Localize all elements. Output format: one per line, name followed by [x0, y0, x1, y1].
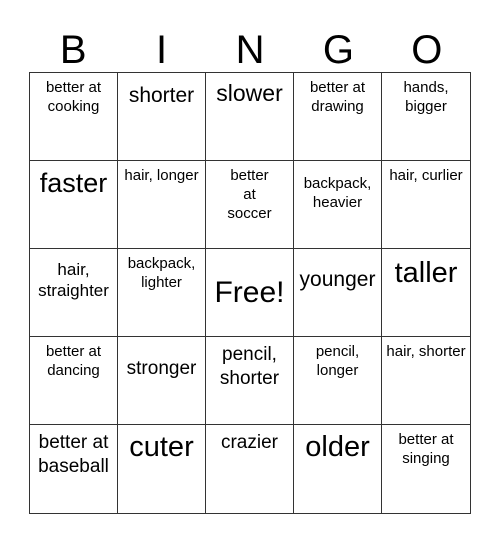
bingo-cell: taller	[382, 249, 470, 337]
cell-text: hair, straighter	[38, 260, 109, 301]
cell-text: slower	[216, 80, 283, 106]
bingo-cell: pencil, longer	[294, 337, 382, 425]
cell-text: shorter	[128, 84, 195, 107]
cell-text: crazier	[220, 432, 278, 453]
cell-text: better at cooking	[45, 79, 102, 115]
header-letter-o: O	[411, 28, 443, 72]
bingo-cell: hands, bigger	[382, 73, 470, 161]
cell-text: hair, shorter	[386, 343, 466, 360]
bingo-cell: cuter	[118, 425, 206, 513]
cell-text: older	[305, 431, 370, 463]
cell-text: better at dancing	[45, 343, 102, 379]
bingo-cell: better at cooking	[30, 73, 118, 161]
bingo-cell: better at dancing	[30, 337, 118, 425]
header-letter-b: B	[59, 28, 87, 72]
cell-text: backpack, lighter	[127, 255, 196, 291]
cell-text: backpack, heavier	[303, 175, 372, 211]
cell-text: younger	[299, 268, 376, 291]
bingo-cell: older	[294, 425, 382, 513]
cell-text: Free!	[214, 275, 285, 309]
bingo-cell: better at baseball	[30, 425, 118, 513]
bingo-cell: better at singing	[382, 425, 470, 513]
cell-text: faster	[39, 168, 108, 198]
cell-text: taller	[394, 257, 458, 289]
cell-text: pencil, longer	[315, 343, 360, 379]
bingo-cell: shorter	[118, 73, 206, 161]
header-letter-n: N	[235, 28, 265, 72]
bingo-cell: backpack, lighter	[118, 249, 206, 337]
header-letter-g: G	[322, 28, 354, 72]
cell-text: hair, longer	[124, 167, 199, 184]
free-space: Free!	[206, 249, 294, 337]
bingo-cell: hair, curlier	[382, 161, 470, 249]
bingo-cell: backpack, heavier	[294, 161, 382, 249]
cell-text: better at singing	[398, 431, 454, 467]
cell-text: better at soccer	[227, 167, 272, 222]
bingo-cell: younger	[294, 249, 382, 337]
cell-text: hands, bigger	[403, 79, 449, 115]
bingo-cell: hair, shorter	[382, 337, 470, 425]
bingo-grid: better at cooking shorter slower better …	[29, 72, 471, 514]
cell-text: better at drawing	[309, 79, 366, 115]
bingo-cell: better at soccer	[206, 161, 294, 249]
cell-text: cuter	[129, 431, 194, 463]
bingo-cell: hair, longer	[118, 161, 206, 249]
bingo-cell: pencil, shorter	[206, 337, 294, 425]
header-letter-i: I	[156, 28, 168, 72]
bingo-cell: better at drawing	[294, 73, 382, 161]
bingo-cell: stronger	[118, 337, 206, 425]
bingo-cell: crazier	[206, 425, 294, 513]
bingo-cell: faster	[30, 161, 118, 249]
bingo-header: B I N G O	[29, 28, 471, 72]
cell-text: better at baseball	[38, 432, 109, 477]
bingo-cell: slower	[206, 73, 294, 161]
bingo-cell: hair, straighter	[30, 249, 118, 337]
cell-text: hair, curlier	[389, 167, 463, 184]
cell-text: pencil, shorter	[219, 344, 280, 389]
cell-text: stronger	[126, 358, 197, 379]
